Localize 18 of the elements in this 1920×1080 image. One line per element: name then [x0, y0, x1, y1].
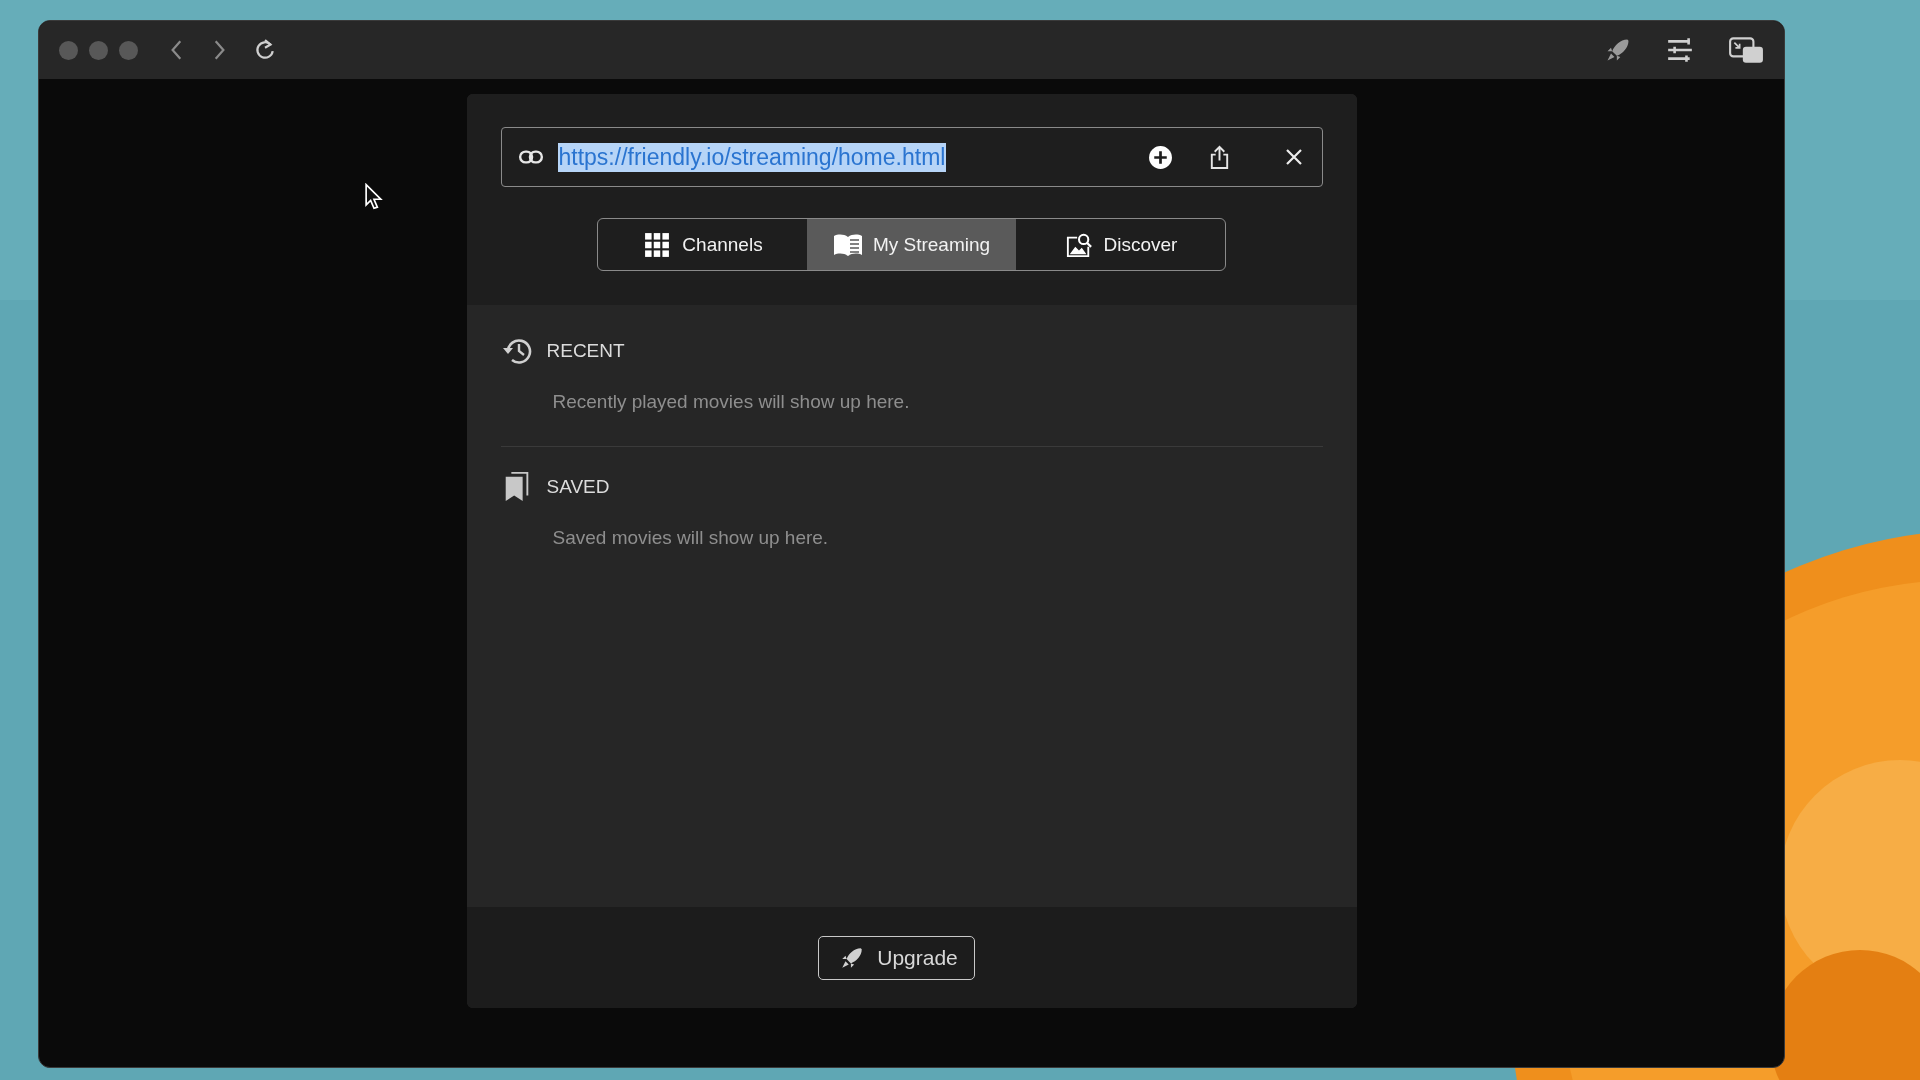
url-text: https://friendly.io/streaming/home.html [557, 142, 947, 172]
tab[interactable]: My Streaming [807, 219, 1016, 270]
section-title: RECENT [546, 340, 625, 362]
sliders-icon[interactable] [1666, 36, 1694, 64]
cursor-icon [365, 183, 383, 211]
empty-message: Recently played movies will show up here. [552, 391, 911, 413]
picture-in-picture-icon[interactable] [1728, 36, 1764, 64]
upgrade-button[interactable]: Upgrade [818, 935, 975, 980]
link-icon [517, 149, 544, 165]
empty-message: Saved movies will show up here. [552, 527, 830, 549]
back-icon[interactable] [170, 39, 184, 61]
section-title: SAVED [546, 476, 610, 498]
tab[interactable]: Channels [598, 219, 807, 270]
close-icon[interactable] [1283, 147, 1304, 167]
add-icon[interactable] [1147, 144, 1173, 170]
reload-icon[interactable] [254, 39, 276, 61]
forward-icon[interactable] [212, 39, 226, 61]
tab[interactable]: Discover [1016, 219, 1225, 270]
